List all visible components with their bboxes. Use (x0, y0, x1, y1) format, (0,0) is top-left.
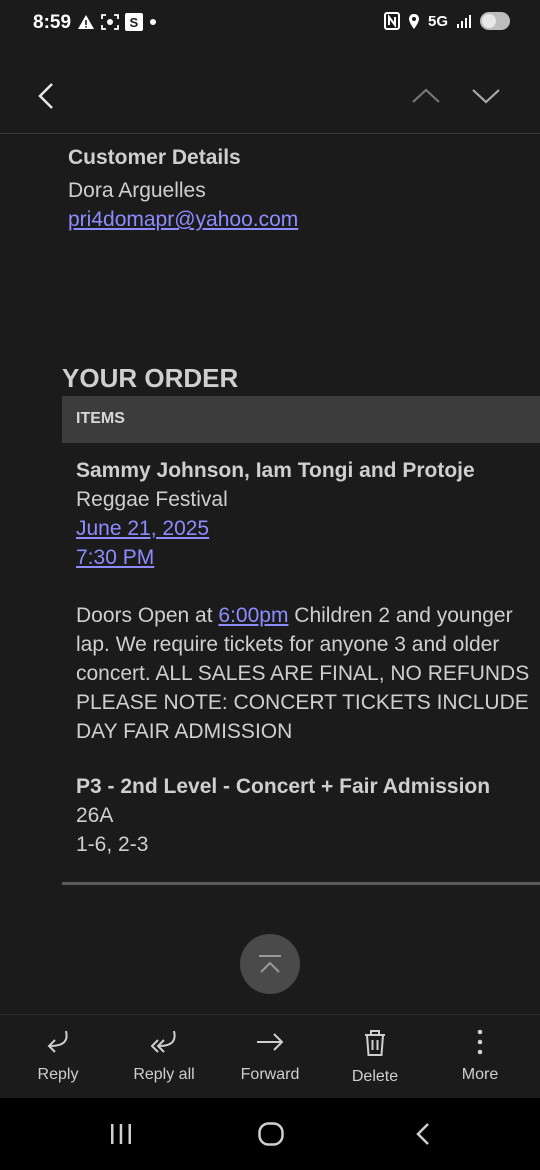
doors-time-link[interactable]: 6:00pm (218, 604, 288, 627)
next-email-button[interactable] (466, 80, 506, 112)
event-subtitle: Reggae Festival (76, 488, 228, 511)
back-arrow-icon (416, 1123, 429, 1145)
event-date-link[interactable]: June 21, 2025 (76, 517, 209, 540)
ticket-type: P3 - 2nd Level - Concert + Fair Admissio… (76, 775, 491, 798)
ticket-section: 26A (76, 804, 114, 827)
ticket-seats: 1-6, 2-3 (76, 833, 149, 856)
s-app-icon: S (125, 13, 143, 31)
forward-label: Forward (240, 1066, 300, 1083)
event-notes-line-4: PLEASE NOTE: CONCERT TICKETS INCLUDE (76, 691, 529, 714)
event-notes-line-3: concert. ALL SALES ARE FINAL, NO REFUNDS (76, 662, 530, 685)
chevron-up-icon (412, 88, 440, 103)
svg-text:S: S (130, 15, 139, 30)
battery-icon (480, 12, 510, 30)
event-notes-line-5: DAY FAIR ADMISSION (76, 720, 293, 743)
status-system-icons: 5G (383, 12, 510, 30)
reply-icon (47, 1030, 68, 1053)
back-nav-button[interactable] (402, 1118, 444, 1150)
dot-icon (150, 19, 156, 25)
notes-line-1-rest: Children 2 and younger (288, 604, 513, 627)
forward-icon (257, 1033, 284, 1051)
order-item: Sammy Johnson, Iam Tongi and Protoje Reg… (76, 456, 540, 859)
warning-icon (78, 15, 94, 29)
status-notification-icons: S (77, 13, 157, 31)
reply-all-icon (150, 1030, 176, 1053)
items-header-label: ITEMS (76, 410, 125, 427)
screenshot-icon (101, 14, 119, 30)
chevron-left-icon (38, 83, 53, 109)
recent-apps-icon (111, 1124, 131, 1144)
reply-all-label: Reply all (133, 1066, 195, 1083)
customer-email-link[interactable]: pri4domapr@yahoo.com (68, 208, 298, 232)
home-icon (258, 1122, 284, 1146)
status-time: 8:59 (33, 12, 72, 33)
more-label: More (461, 1066, 499, 1083)
reply-all-button[interactable]: Reply all (114, 1029, 214, 1084)
reply-button[interactable]: Reply (8, 1029, 108, 1084)
event-time-link[interactable]: 7:30 PM (76, 546, 154, 569)
network-type: 5G (427, 12, 448, 30)
customer-details-heading: Customer Details (68, 146, 241, 169)
email-body[interactable]: Customer Details Dora Arguelles pri4doma… (0, 134, 540, 1012)
delete-label: Delete (351, 1068, 399, 1085)
chevron-down-icon (472, 89, 500, 104)
home-button[interactable] (250, 1118, 292, 1150)
items-header: ITEMS (62, 396, 540, 443)
status-bar: 8:59 S 5G (0, 0, 540, 46)
event-notes-line-2: lap. We require tickets for anyone 3 and… (76, 633, 500, 656)
scroll-to-top-button[interactable] (240, 934, 300, 994)
back-button[interactable] (28, 78, 64, 114)
notes-prefix: Doors Open at (76, 604, 219, 627)
system-navigation-bar (0, 1098, 540, 1170)
customer-name: Dora Arguelles (68, 179, 206, 202)
forward-button[interactable]: Forward (220, 1029, 320, 1084)
event-name: Sammy Johnson, Iam Tongi and Protoje (76, 459, 475, 482)
event-notes-line-1: Doors Open at 6:00pm Children 2 and youn… (76, 601, 540, 630)
email-action-bar: Reply Reply all Forward Delete More (0, 1014, 540, 1099)
your-order-heading: YOUR ORDER (62, 363, 239, 393)
scroll-up-icon (259, 955, 281, 973)
previous-email-button[interactable] (406, 80, 446, 112)
section-divider (62, 882, 540, 885)
reply-label: Reply (37, 1066, 79, 1083)
recent-apps-button[interactable] (100, 1118, 142, 1150)
nfc-icon (383, 12, 400, 30)
trash-icon (365, 1030, 385, 1056)
email-toolbar (0, 60, 540, 134)
more-vertical-icon (477, 1029, 483, 1055)
signal-icon (457, 15, 471, 28)
more-button[interactable]: More (430, 1029, 530, 1084)
location-icon (408, 13, 419, 29)
delete-button[interactable]: Delete (325, 1029, 425, 1086)
